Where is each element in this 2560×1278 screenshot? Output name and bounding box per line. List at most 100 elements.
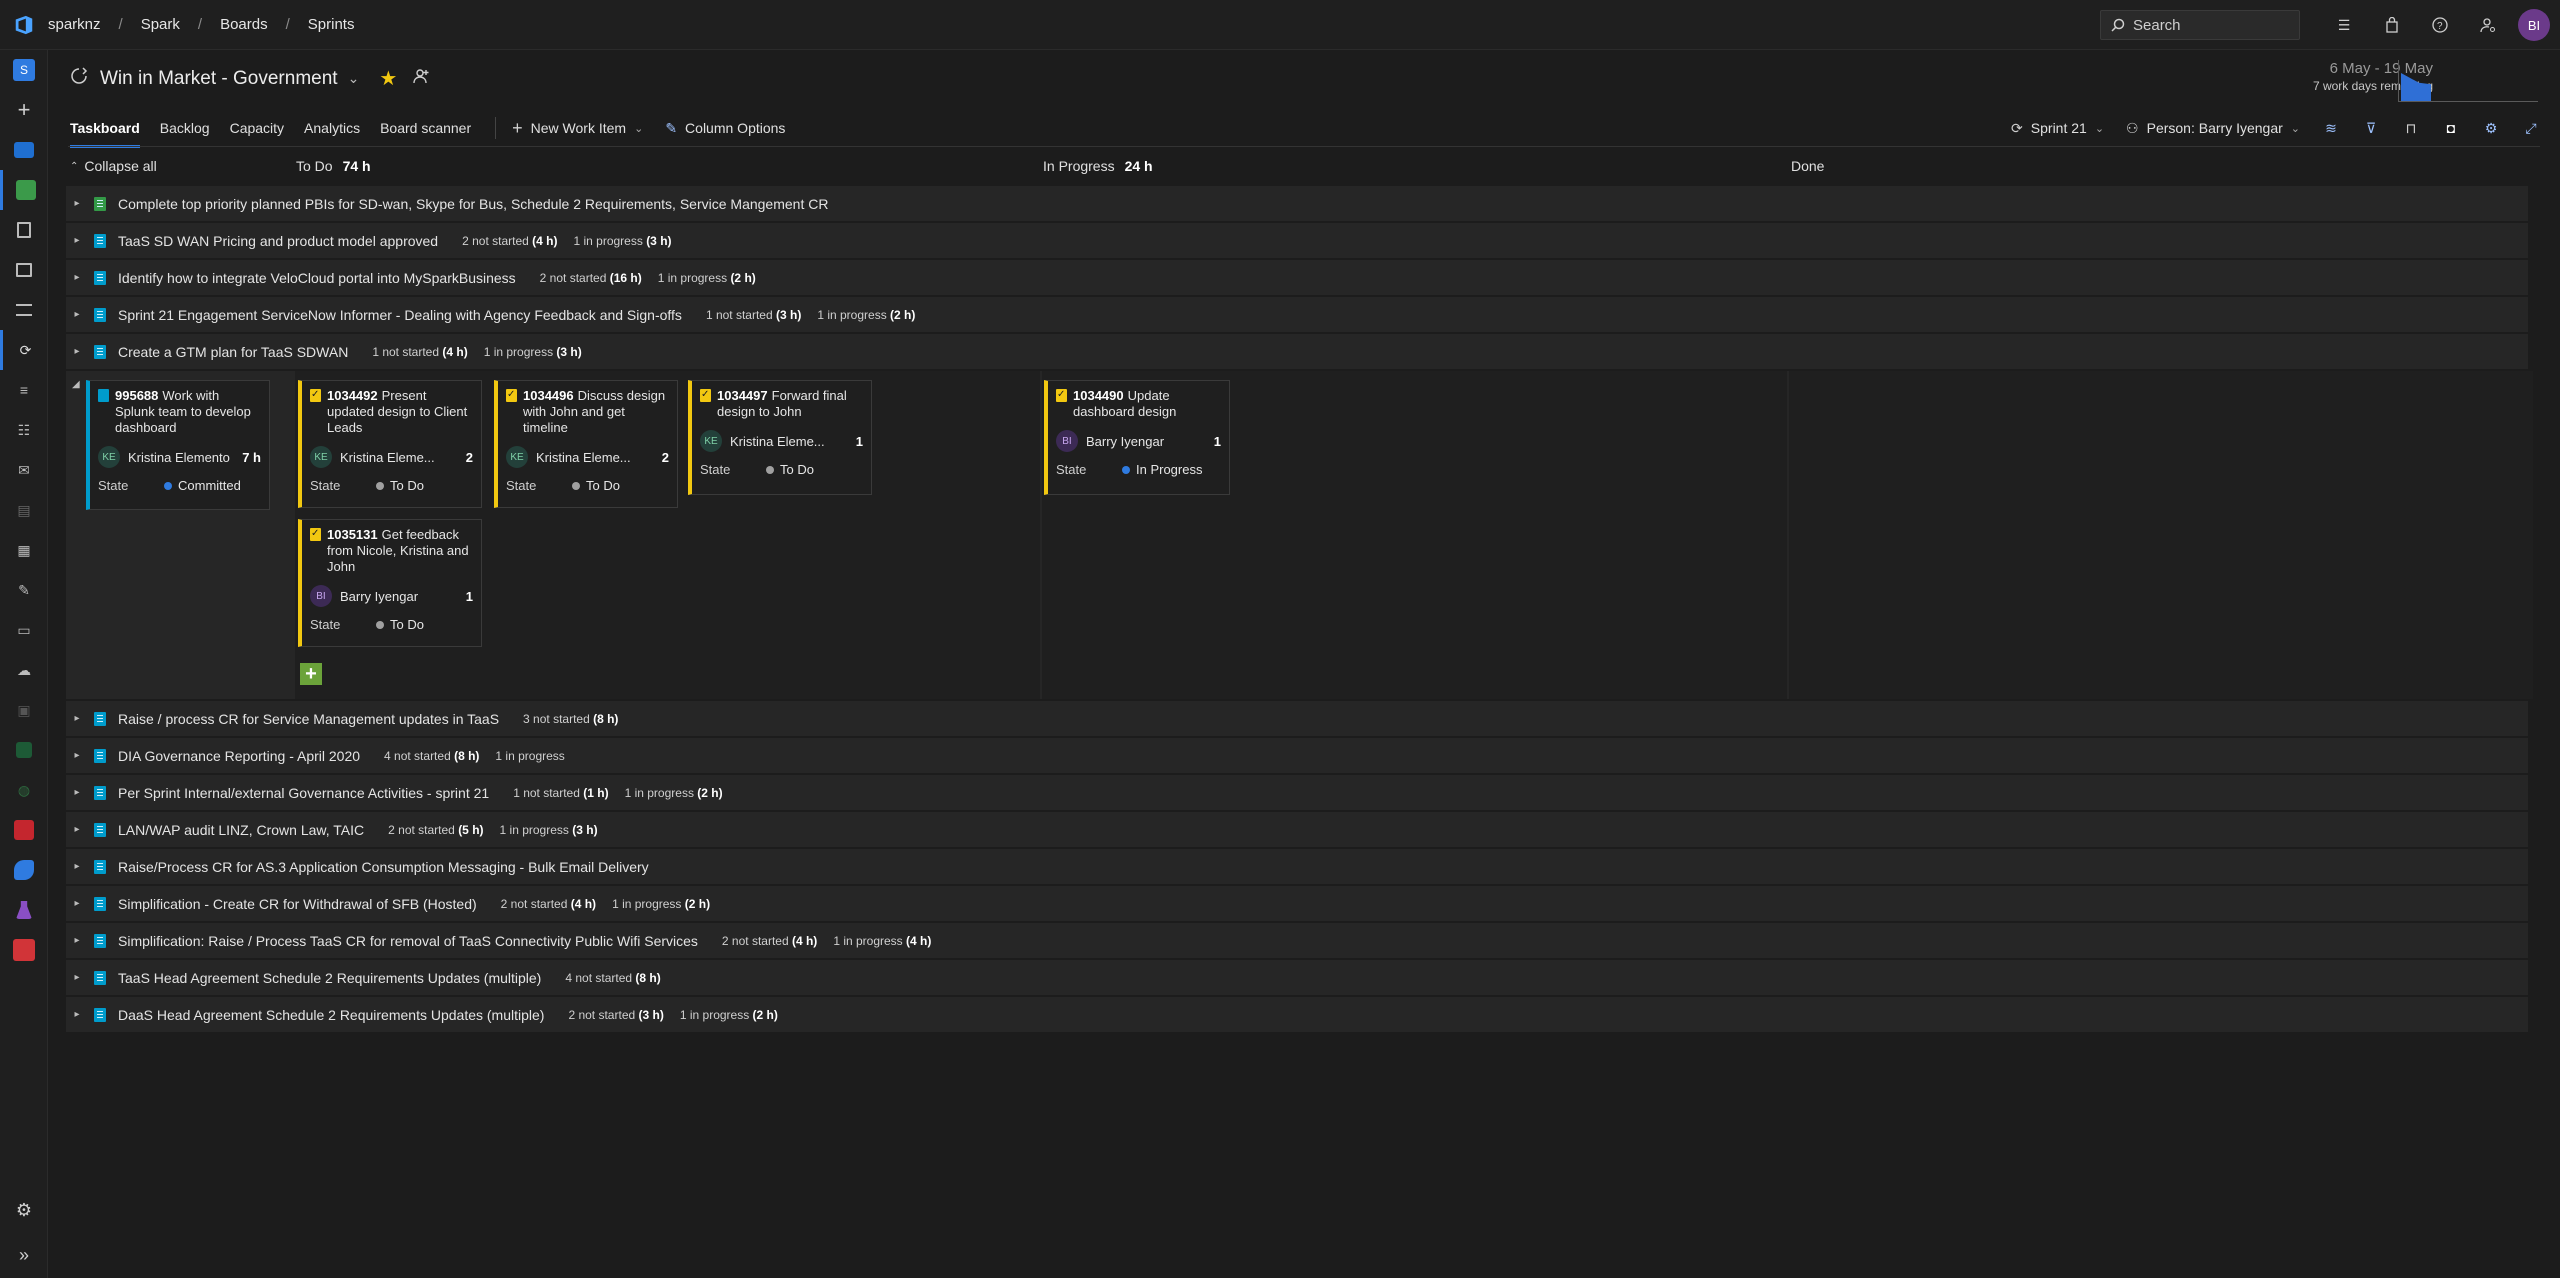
- azure-devops-logo[interactable]: [0, 0, 48, 50]
- row-title[interactable]: LAN/WAP audit LINZ, Crown Law, TAIC: [118, 822, 364, 838]
- remaining-work[interactable]: 2: [466, 450, 473, 465]
- user-settings-icon[interactable]: [2464, 0, 2512, 50]
- remaining-work[interactable]: 2: [662, 450, 669, 465]
- tab-backlog[interactable]: Backlog: [160, 112, 210, 144]
- view-options-icon[interactable]: ≋: [2322, 120, 2340, 137]
- tab-taskboard[interactable]: Taskboard: [70, 112, 140, 148]
- row-title[interactable]: Simplification - Create CR for Withdrawa…: [118, 896, 477, 912]
- favorite-star-icon[interactable]: ★: [379, 66, 397, 91]
- row-title[interactable]: Sprint 21 Engagement ServiceNow Informer…: [118, 307, 682, 323]
- cloud-icon[interactable]: ☁: [0, 650, 48, 690]
- expand-triangle-icon[interactable]: ▸: [66, 713, 88, 724]
- settings-icon[interactable]: ⚙: [0, 1190, 48, 1230]
- card-state[interactable]: State To Do: [310, 478, 473, 493]
- task-card[interactable]: 1034496Discuss design with John and get …: [494, 380, 678, 508]
- expand-triangle-icon[interactable]: ▸: [66, 935, 88, 946]
- expand-triangle-icon[interactable]: ▸: [66, 346, 88, 357]
- breadcrumb-project[interactable]: Spark: [141, 16, 180, 33]
- card-title[interactable]: 995688 Work with Splunk team to develop d…: [115, 388, 261, 436]
- expand-triangle-icon[interactable]: ▸: [66, 272, 88, 283]
- expand-triangle-icon[interactable]: ▸: [66, 824, 88, 835]
- pbi-card[interactable]: 995688 Work with Splunk team to develop d…: [86, 380, 270, 510]
- row-title[interactable]: DIA Governance Reporting - April 2020: [118, 748, 360, 764]
- backlog-row[interactable]: ▸ TaaS SD WAN Pricing and product model a…: [66, 223, 2528, 258]
- new-work-item-button[interactable]: + New Work Item ⌄: [512, 118, 643, 139]
- burndown-mini-chart[interactable]: [2398, 60, 2538, 102]
- team-members-icon[interactable]: [413, 67, 431, 91]
- calendar-icon[interactable]: ▭: [0, 610, 48, 650]
- delivery-plans-icon[interactable]: ☷: [0, 410, 48, 450]
- notes-icon[interactable]: ✎: [0, 570, 48, 610]
- sprints-icon[interactable]: ⟳: [0, 330, 48, 370]
- help-icon[interactable]: ?: [2416, 0, 2464, 50]
- test-plans-icon[interactable]: [0, 890, 48, 930]
- collapse-all-button[interactable]: ⌃ Collapse all: [70, 158, 157, 174]
- row-title[interactable]: Per Sprint Internal/external Governance …: [118, 785, 489, 801]
- overview-icon[interactable]: [0, 130, 48, 170]
- card-state[interactable]: State To Do: [700, 462, 863, 477]
- artifacts-icon[interactable]: [0, 850, 48, 890]
- extensions-icon[interactable]: [0, 930, 48, 970]
- excel-icon[interactable]: [0, 730, 48, 770]
- card-assignee[interactable]: KE Kristina Eleme... 1: [700, 430, 863, 452]
- add-icon[interactable]: +: [0, 90, 48, 130]
- row-title[interactable]: Create a GTM plan for TaaS SDWAN: [118, 344, 348, 360]
- row-title[interactable]: Complete top priority planned PBIs for S…: [118, 196, 828, 212]
- person-filter[interactable]: ⚇ Person: Barry Iyengar ⌄: [2126, 120, 2300, 137]
- task-card[interactable]: 1035131Get feedback from Nicole, Kristin…: [298, 519, 482, 647]
- sprint-picker[interactable]: ⟳ Sprint 21 ⌄: [2011, 120, 2104, 137]
- backlogs-icon[interactable]: [0, 290, 48, 330]
- row-title[interactable]: Raise/Process CR for AS.3 Application Co…: [118, 859, 649, 875]
- card-title[interactable]: 1035131 Get feedback from Nicole, Kristin…: [327, 527, 473, 575]
- column-options-button[interactable]: ✎ Column Options: [665, 120, 785, 137]
- task-card[interactable]: 1034492Present updated design to Client …: [298, 380, 482, 508]
- tab-capacity[interactable]: Capacity: [230, 112, 284, 144]
- user-avatar[interactable]: BI: [2518, 9, 2550, 41]
- backlog-row[interactable]: ▸ TaaS Head Agreement Schedule 2 Requirem…: [66, 960, 2528, 995]
- expand-triangle-icon[interactable]: ▸: [66, 898, 88, 909]
- card-title[interactable]: 1034492 Present updated design to Client …: [327, 388, 473, 436]
- retrospectives-icon[interactable]: ✉: [0, 450, 48, 490]
- row-title[interactable]: Simplification: Raise / Process TaaS CR …: [118, 933, 698, 949]
- list-icon[interactable]: ☰: [2320, 0, 2368, 50]
- row-title[interactable]: TaaS Head Agreement Schedule 2 Requireme…: [118, 970, 541, 986]
- remaining-work[interactable]: 1: [466, 589, 473, 604]
- card-state[interactable]: State To Do: [310, 617, 473, 632]
- xbox-icon[interactable]: ◍: [0, 770, 48, 810]
- row-title[interactable]: Identify how to integrate VeloCloud port…: [118, 270, 516, 286]
- queries-icon[interactable]: ≡: [0, 370, 48, 410]
- expand-triangle-icon[interactable]: ▸: [66, 235, 88, 246]
- breadcrumb-org[interactable]: sparknz: [48, 16, 101, 33]
- backlog-row[interactable]: ▸ Simplification: Raise / Process TaaS CR…: [66, 923, 2528, 958]
- remaining-work[interactable]: 1: [1214, 434, 1221, 449]
- backlog-row[interactable]: ▸ Per Sprint Internal/external Governance…: [66, 775, 2528, 810]
- card-title[interactable]: 1034496 Discuss design with John and get …: [523, 388, 669, 436]
- collapse-panel-icon[interactable]: ⊓: [2402, 120, 2420, 137]
- tab-board-scanner[interactable]: Board scanner: [380, 112, 471, 144]
- task-card[interactable]: 1034490Update dashboard design BI Barry Iy…: [1044, 380, 1230, 495]
- card-assignee[interactable]: KE Kristina Eleme... 2: [506, 446, 669, 468]
- analytics-icon[interactable]: ▤: [0, 490, 48, 530]
- card-title[interactable]: 1034497 Forward final design to John: [717, 388, 863, 420]
- card-state[interactable]: State In Progress: [1056, 462, 1221, 477]
- backlog-row[interactable]: ▸ DIA Governance Reporting - April 2020 4 …: [66, 738, 2528, 773]
- card-title[interactable]: 1034490 Update dashboard design: [1073, 388, 1221, 420]
- row-title[interactable]: TaaS SD WAN Pricing and product model ap…: [118, 233, 438, 249]
- backlog-row[interactable]: ▸ Simplification - Create CR for Withdraw…: [66, 886, 2528, 921]
- boards-icon[interactable]: [0, 170, 48, 210]
- backlog-row[interactable]: ▸ Sprint 21 Engagement ServiceNow Informe…: [66, 297, 2528, 332]
- expand-triangle-icon[interactable]: ▸: [66, 1009, 88, 1020]
- expand-triangle-icon[interactable]: ▸: [66, 861, 88, 872]
- filter-icon[interactable]: ⊽: [2362, 120, 2380, 137]
- expand-triangle-icon[interactable]: ▸: [66, 787, 88, 798]
- backlog-row[interactable]: ▸ Complete top priority planned PBIs for …: [66, 186, 2528, 221]
- boards-board-icon[interactable]: [0, 250, 48, 290]
- remaining-work[interactable]: 7 h: [242, 450, 261, 465]
- backlog-row[interactable]: ▸ Raise/Process CR for AS.3 Application C…: [66, 849, 2528, 884]
- repos-icon[interactable]: [0, 810, 48, 850]
- expand-triangle-icon[interactable]: ▸: [66, 750, 88, 761]
- card-assignee[interactable]: KE Kristina Elemento 7 h: [98, 446, 261, 468]
- expand-triangle-icon[interactable]: ▸: [66, 972, 88, 983]
- backlog-row[interactable]: ▸ DaaS Head Agreement Schedule 2 Requirem…: [66, 997, 2528, 1032]
- card-assignee[interactable]: BI Barry Iyengar 1: [310, 585, 473, 607]
